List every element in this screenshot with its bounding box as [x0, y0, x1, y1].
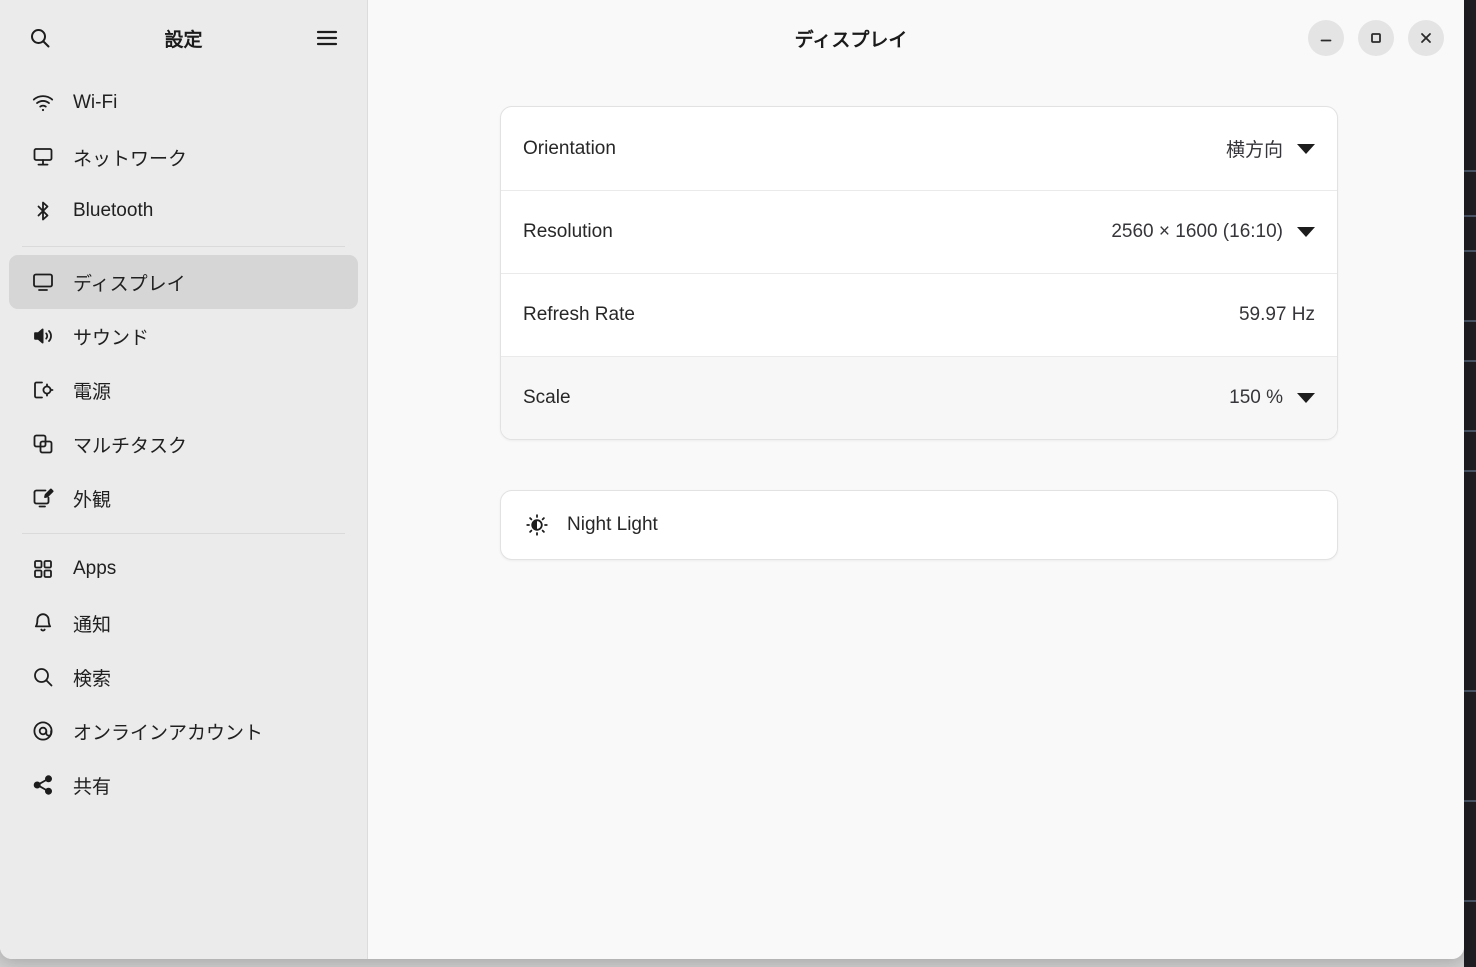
minimize-button[interactable]: [1308, 20, 1344, 56]
sidebar-item-20[interactable]: Apps: [9, 542, 358, 596]
sidebar-nav-list: Wi-Fi ネットワーク Bluetooth ディスプレイ サウンド電源マルチタスク 外観…: [0, 76, 367, 959]
background-dark-window: [1464, 0, 1476, 967]
sidebar-separator: [22, 246, 345, 247]
sharing-icon: [31, 773, 55, 797]
close-button[interactable]: [1408, 20, 1444, 56]
search-icon[interactable]: [22, 20, 58, 56]
sidebar-item-label: マルチタスク: [73, 435, 188, 457]
setting-value: 150 %: [1229, 387, 1283, 408]
setting-value-wrapper: 150 %: [1229, 387, 1315, 409]
sidebar-item-label: 共有: [73, 776, 112, 798]
sidebar-item-label: ディスプレイ: [73, 273, 186, 295]
sidebar: 設定 Wi-Fi ネットワーク Bluetooth ディスプレイ サウンド電源マルチタス…: [0, 0, 368, 959]
apps-icon: [31, 557, 55, 581]
multitasking-icon: [31, 432, 55, 456]
display-settings-card: Orientation 横方向 Resolution 2560 × 1600 (16:…: [500, 106, 1338, 440]
sidebar-item-label: Wi-Fi: [73, 92, 118, 113]
appearance-icon: [31, 486, 55, 510]
hamburger-menu-icon[interactable]: [309, 20, 345, 56]
search-icon: [31, 665, 55, 689]
sidebar-item-12[interactable]: 電源: [9, 363, 358, 417]
sidebar-item-label: ネットワーク: [73, 148, 188, 170]
setting-label: Refresh Rate: [523, 304, 635, 325]
sound-icon: [31, 324, 55, 348]
sidebar-item-label: サウンド: [73, 327, 150, 349]
night-light-row[interactable]: Night Light: [501, 491, 1337, 559]
setting-label: Resolution: [523, 221, 613, 242]
sidebar-item-23[interactable]: オンラインアカウント: [9, 704, 358, 758]
sidebar-item-label: オンラインアカウント: [73, 722, 264, 744]
sidebar-item-0[interactable]: Wi-Fi: [9, 76, 358, 130]
chevron-down-icon[interactable]: [1297, 143, 1315, 154]
screen: ファイル編集選択表示移動実行ターミナルヘルプ 設定: [0, 0, 1476, 967]
sidebar-item-10[interactable]: ディスプレイ: [9, 255, 358, 309]
night-light-label: Night Light: [567, 514, 658, 535]
sidebar-item-label: 外観: [73, 489, 112, 511]
setting-row-scale[interactable]: Scale 150 %: [501, 356, 1337, 439]
setting-row-refresh-rate[interactable]: Refresh Rate 59.97 Hz: [501, 273, 1337, 356]
setting-label: Orientation: [523, 137, 616, 159]
sidebar-item-label: Apps: [73, 558, 117, 579]
network-icon: [31, 145, 55, 169]
sidebar-item-13[interactable]: マルチタスク: [9, 417, 358, 471]
settings-window: 設定 Wi-Fi ネットワーク Bluetooth ディスプレイ サウンド 電源 マルチタス…: [0, 0, 1464, 959]
setting-value: 59.97 Hz: [1238, 304, 1315, 325]
sidebar-item-label: Bluetooth: [73, 200, 154, 221]
sidebar-separator: [22, 533, 345, 534]
maximize-button[interactable]: [1358, 20, 1394, 56]
setting-value: 横方向: [1225, 140, 1283, 161]
night-light-icon: [525, 513, 549, 537]
chevron-down-icon[interactable]: [1297, 393, 1315, 403]
online-accounts-icon: [31, 719, 55, 743]
window-titlebar: ディスプレイ: [368, 0, 1464, 76]
setting-value-wrapper: 横方向: [1226, 135, 1315, 162]
setting-value-wrapper: 2560 × 1600 (16:10): [1111, 221, 1315, 243]
sidebar-item-label: 検索: [73, 668, 112, 690]
content-area: ディスプレイ Orientation 横方向 Resolution 2560 ×…: [368, 0, 1464, 959]
notifications-icon: [31, 611, 55, 635]
night-light-card: Night Light: [500, 490, 1338, 560]
window-controls: [1308, 20, 1444, 56]
setting-value: 2560 × 1600 (16:10): [1111, 221, 1283, 242]
sidebar-item-22[interactable]: 検索: [9, 650, 358, 704]
display-icon: [31, 270, 55, 294]
sidebar-item-11[interactable]: サウンド: [9, 309, 358, 363]
chevron-down-icon[interactable]: [1297, 227, 1315, 237]
sidebar-item-24[interactable]: 共有: [9, 758, 358, 812]
wifi-icon: [31, 91, 55, 115]
display-settings-page: Orientation 横方向 Resolution 2560 × 1600 (16:…: [368, 76, 1464, 560]
sidebar-item-14[interactable]: 外観: [9, 471, 358, 525]
power-icon: [31, 378, 55, 402]
bluetooth-icon: [31, 199, 55, 223]
setting-row-resolution[interactable]: Resolution 2560 × 1600 (16:10): [501, 190, 1337, 273]
sidebar-item-2[interactable]: Bluetooth: [9, 184, 358, 238]
sidebar-item-label: 電源: [73, 381, 112, 403]
sidebar-header: 設定: [0, 0, 367, 76]
page-title: ディスプレイ: [794, 29, 908, 51]
setting-row-orientation[interactable]: Orientation 横方向: [501, 107, 1337, 190]
setting-label: Scale: [523, 387, 571, 408]
sidebar-item-label: 通知: [73, 614, 112, 636]
setting-value-wrapper: 59.97 Hz: [1239, 304, 1315, 326]
sidebar-item-21[interactable]: 通知: [9, 596, 358, 650]
sidebar-item-1[interactable]: ネットワーク: [9, 130, 358, 184]
